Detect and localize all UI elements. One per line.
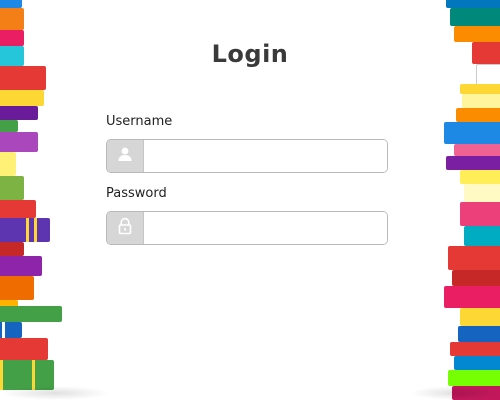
lock-icon: [117, 217, 133, 239]
login-title: Login: [211, 40, 289, 68]
username-field: [106, 139, 388, 173]
right-stack-shadow: [410, 386, 500, 400]
password-input[interactable]: [144, 212, 387, 244]
password-field: [106, 211, 388, 245]
login-page: Login Username Password: [0, 0, 500, 400]
username-addon: [107, 140, 144, 172]
left-stack-shadow: [0, 386, 110, 400]
username-input[interactable]: [144, 140, 387, 172]
username-label: Username: [106, 114, 173, 129]
password-addon: [107, 212, 144, 244]
user-icon: [117, 146, 133, 166]
password-label: Password: [106, 186, 167, 201]
